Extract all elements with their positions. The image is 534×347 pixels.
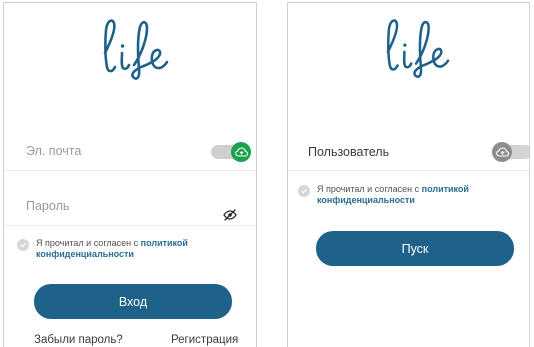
agree-text: Я прочитал и согласен с политикой конфид… — [317, 184, 520, 206]
forgot-password-link[interactable]: Забыли пароль? — [34, 334, 123, 346]
email-field[interactable]: Эл. почта — [4, 135, 256, 171]
life-logo — [103, 19, 169, 80]
privacy-agreement: Я прочитал и согласен с политикой конфид… — [17, 238, 245, 260]
login-screen: Эл. почта Пароль Я прочитал и согласен с… — [3, 2, 257, 347]
login-button[interactable]: Вход — [34, 284, 232, 319]
email-label: Эл. почта — [26, 144, 82, 158]
password-label: Пароль — [26, 199, 70, 213]
agree-checkbox[interactable] — [298, 185, 310, 197]
screens-container: Эл. почта Пароль Я прочитал и согласен с… — [0, 0, 534, 347]
agree-prefix: Я прочитал и согласен с — [317, 184, 422, 194]
register-link[interactable]: Регистрация — [171, 334, 238, 346]
user-field[interactable]: Пользователь — [288, 135, 529, 171]
start-button[interactable]: Пуск — [316, 231, 514, 266]
life-logo — [386, 19, 450, 78]
eye-off-icon[interactable] — [223, 209, 237, 221]
cloud-sync-toggle[interactable] — [492, 142, 529, 162]
user-label: Пользователь — [308, 145, 390, 159]
agree-checkbox[interactable] — [17, 239, 29, 251]
cloud-sync-toggle[interactable] — [211, 142, 251, 162]
password-field[interactable]: Пароль — [4, 190, 256, 226]
agree-text: Я прочитал и согласен с политикой конфид… — [36, 238, 245, 260]
check-icon — [301, 188, 307, 194]
cloud-sync-icon — [231, 142, 251, 162]
user-screen: Пользователь Я прочитал и согласен с пол… — [287, 2, 530, 347]
check-icon — [20, 242, 26, 248]
cloud-sync-icon — [492, 142, 512, 162]
privacy-agreement: Я прочитал и согласен с политикой конфид… — [298, 184, 520, 206]
agree-prefix: Я прочитал и согласен с — [36, 238, 141, 248]
